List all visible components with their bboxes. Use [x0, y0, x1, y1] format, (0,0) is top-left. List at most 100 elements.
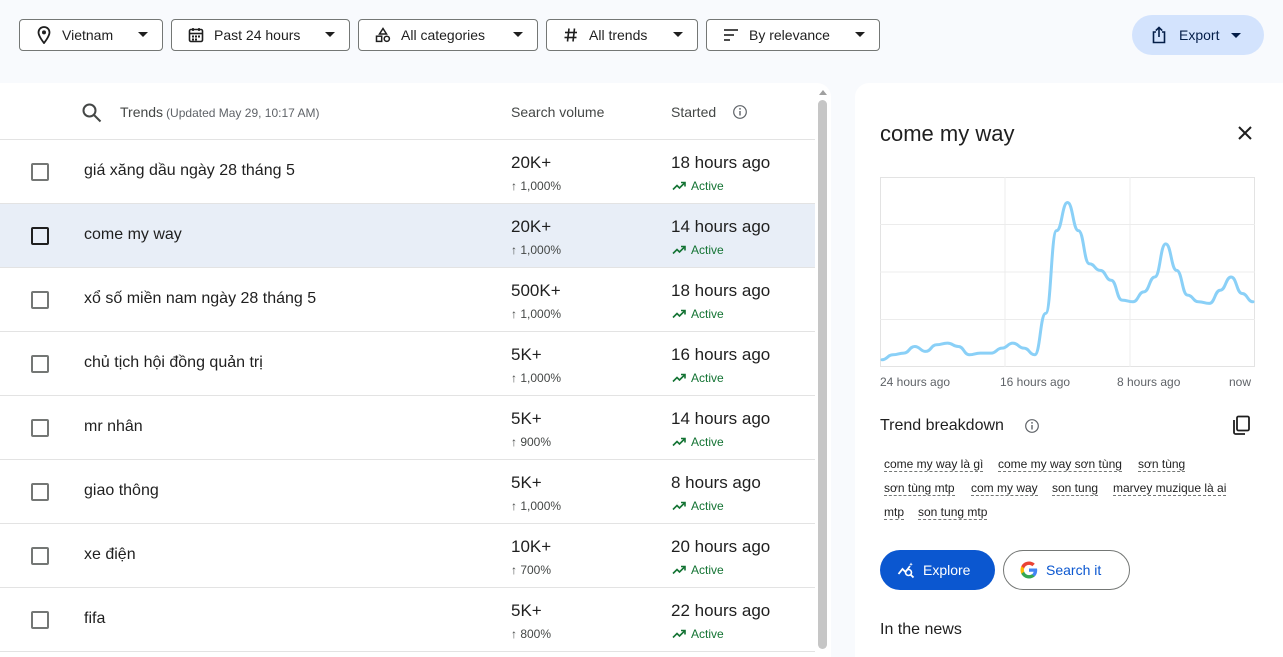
search-icon[interactable] [81, 102, 103, 124]
location-filter[interactable]: Vietnam [19, 19, 163, 51]
status-label: Active [691, 435, 724, 449]
chevron-down-icon [1231, 33, 1241, 38]
row-checkbox[interactable] [31, 355, 49, 373]
status-badge: Active [672, 243, 724, 257]
breakdown-chip[interactable]: com my way [971, 481, 1038, 496]
chevron-down-icon [673, 32, 683, 37]
close-icon[interactable] [1235, 123, 1255, 143]
status-badge: Active [672, 499, 724, 513]
info-icon[interactable] [1024, 418, 1040, 434]
status-label: Active [691, 307, 724, 321]
explore-icon [897, 562, 915, 579]
breakdown-chip[interactable]: sơn tùng mtp [884, 481, 955, 496]
export-button[interactable]: Export [1132, 15, 1264, 55]
row-checkbox[interactable] [31, 611, 49, 629]
time-filter[interactable]: Past 24 hours [171, 19, 350, 51]
share-icon [1149, 25, 1169, 45]
category-filter-label: All categories [401, 27, 486, 43]
category-icon [373, 25, 393, 45]
started-time: 18 hours ago [671, 281, 771, 300]
status-label: Active [691, 243, 724, 257]
table-row[interactable]: mr nhân 5K+ ↑ 900% 14 hours ago Active [0, 396, 815, 460]
started-header[interactable]: Started [671, 104, 716, 120]
table-row[interactable]: chủ tịch hội đồng quản trị 5K+ ↑ 1,000% 16 … [0, 332, 815, 396]
breakdown-chip[interactable]: son tung [1052, 481, 1099, 496]
hashtag-icon [561, 25, 581, 45]
row-checkbox[interactable] [31, 227, 49, 245]
table-row[interactable]: come my way 20K+ ↑ 1,000% 14 hours ago Activ… [0, 204, 815, 268]
sort-filter[interactable]: By relevance [706, 19, 880, 51]
trend-series-line [880, 201, 1255, 362]
copy-icon[interactable] [1230, 414, 1252, 436]
search-volume: 10K+ [511, 537, 552, 556]
search-it-button[interactable]: Search it [1003, 550, 1130, 590]
explore-button[interactable]: Explore [880, 550, 995, 590]
trend-title[interactable]: giá xăng dầu ngày 28 tháng 5 [84, 162, 295, 180]
volume-change: ↑ 1,000% [511, 243, 562, 257]
chevron-down-icon [138, 32, 148, 37]
status-badge: Active [672, 307, 724, 321]
table-header: Trends (Updated May 29, 10:17 AM) Search … [0, 83, 815, 140]
status-badge: Active [672, 371, 724, 385]
table-row[interactable]: fifa 5K+ ↑ 800% 22 hours ago Active [0, 588, 815, 652]
volume-change: ↑ 800% [511, 627, 552, 641]
trends-column-header: Trends (Updated May 29, 10:17 AM) [120, 104, 319, 120]
started-time: 14 hours ago [671, 217, 771, 236]
trend-type-filter[interactable]: All trends [546, 19, 698, 51]
table-row[interactable]: giao thông 5K+ ↑ 1,000% 8 hours ago Active [0, 460, 815, 524]
chevron-down-icon [855, 32, 865, 37]
breakdown-chip[interactable]: come my way sơn tùng [998, 457, 1122, 472]
search-volume-header[interactable]: Search volume [511, 104, 604, 120]
breakdown-chip[interactable]: son tung mtp [918, 505, 988, 520]
trend-detail-panel: come my way 24 hours ago 16 hours ago 8 … [855, 83, 1283, 657]
scroll-up-arrow[interactable] [819, 90, 827, 95]
row-checkbox[interactable] [31, 547, 49, 565]
calendar-icon [186, 25, 206, 45]
status-label: Active [691, 627, 724, 641]
trending-up-icon [672, 501, 686, 511]
started-time: 20 hours ago [671, 537, 771, 556]
row-checkbox[interactable] [31, 163, 49, 181]
scrollbar[interactable] [818, 100, 827, 649]
chart-x-label: 24 hours ago [880, 375, 951, 389]
status-badge: Active [672, 179, 724, 193]
search-volume: 5K+ [511, 601, 542, 620]
trend-title[interactable]: fifa [84, 610, 105, 628]
started-time: 18 hours ago [671, 153, 771, 172]
filter-bar: Vietnam Past 24 hours All categories All… [0, 0, 1283, 67]
info-icon[interactable] [732, 104, 748, 120]
breakdown-chip[interactable]: mtp [884, 505, 905, 520]
trend-chart [880, 177, 1255, 367]
trend-title[interactable]: mr nhân [84, 418, 143, 436]
trend-title[interactable]: giao thông [84, 482, 159, 500]
breakdown-chip[interactable]: marvey muzique là ai [1113, 481, 1227, 496]
trend-title[interactable]: xe điện [84, 546, 136, 564]
trend-title[interactable]: xổ số miền nam ngày 28 tháng 5 [84, 290, 316, 308]
breakdown-chip[interactable]: come my way là gì [884, 457, 984, 472]
updated-timestamp: (Updated May 29, 10:17 AM) [166, 106, 320, 120]
search-it-label: Search it [1046, 562, 1102, 578]
status-label: Active [691, 563, 724, 577]
trending-up-icon [672, 245, 686, 255]
breakdown-chip[interactable]: sơn tùng [1138, 457, 1186, 472]
table-row[interactable]: xe điện 10K+ ↑ 700% 20 hours ago Active [0, 524, 815, 588]
trends-header-label: Trends [120, 104, 164, 120]
status-badge: Active [672, 563, 724, 577]
trending-up-icon [672, 181, 686, 191]
volume-change: ↑ 1,000% [511, 499, 562, 513]
row-checkbox[interactable] [31, 419, 49, 437]
trend-title[interactable]: come my way [84, 226, 182, 244]
row-checkbox[interactable] [31, 291, 49, 309]
trending-up-icon [672, 629, 686, 639]
category-filter[interactable]: All categories [358, 19, 538, 51]
table-row[interactable]: giá xăng dầu ngày 28 tháng 5 20K+ ↑ 1,000%… [0, 140, 815, 204]
status-label: Active [691, 179, 724, 193]
row-checkbox[interactable] [31, 483, 49, 501]
status-badge: Active [672, 435, 724, 449]
trends-table: Trends (Updated May 29, 10:17 AM) Search … [0, 83, 831, 657]
trending-up-icon [672, 437, 686, 447]
trend-title[interactable]: chủ tịch hội đồng quản trị [84, 354, 263, 372]
table-row[interactable]: xổ số miền nam ngày 28 tháng 5 500K+ ↑ 1,0… [0, 268, 815, 332]
sort-filter-label: By relevance [749, 27, 830, 43]
trending-up-icon [672, 373, 686, 383]
